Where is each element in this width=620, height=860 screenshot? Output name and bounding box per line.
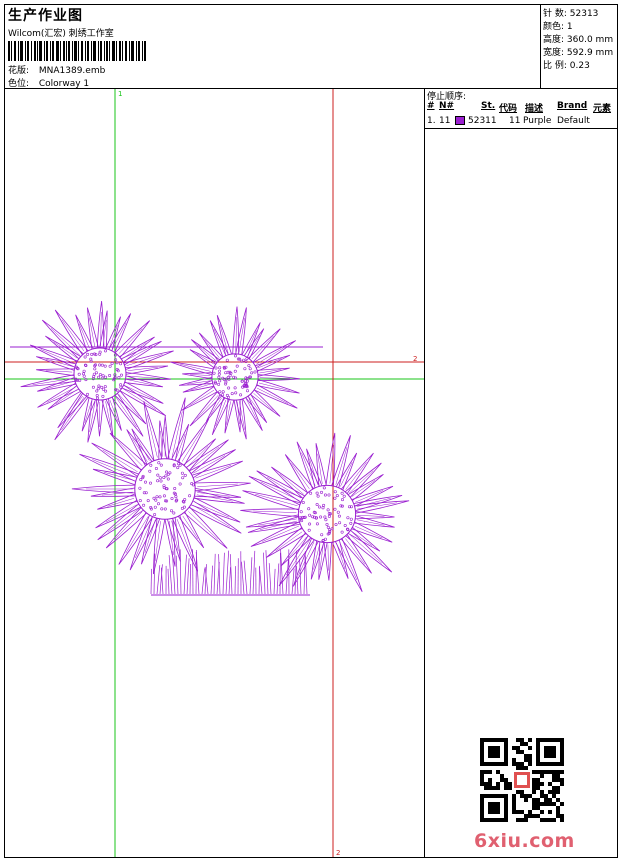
stat-value: 0.23: [569, 61, 590, 71]
design-stats: 针 数: 52313 颜色: 1 高度: 360.0 mm 宽度: 592.9 …: [540, 4, 618, 88]
col-header-code: 代码: [499, 104, 518, 114]
row-code: 11: [509, 116, 521, 126]
stop-table-divider: [425, 128, 618, 129]
stat-stitches: 针 数: 52313: [543, 6, 598, 19]
stat-label: 颜色:: [543, 22, 565, 32]
marker-right: 2: [413, 355, 417, 363]
row-description: Purple: [523, 116, 552, 126]
thread-color-swatch: [455, 116, 465, 125]
marker-top: 1: [118, 90, 122, 98]
stat-label: 高度:: [543, 35, 565, 45]
stat-label: 比 例:: [543, 61, 567, 71]
row-stitches: 52311: [468, 116, 497, 126]
stat-value: 592.9 mm: [566, 48, 614, 58]
watermark-logo: 6xiu.com: [474, 830, 575, 852]
row-brand: Default: [557, 116, 590, 126]
stat-colors: 颜色: 1: [543, 19, 573, 32]
col-header-index: #: [427, 101, 435, 111]
stat-scale: 比 例: 0.23: [543, 58, 590, 71]
stat-value: 1: [566, 22, 573, 32]
design-canvas: 1 2 2: [5, 89, 424, 857]
row-index: 1.: [427, 116, 436, 126]
barcode: [8, 41, 146, 61]
stat-height: 高度: 360.0 mm: [543, 32, 613, 45]
row-needle: 11: [439, 116, 451, 126]
stat-label: 宽度:: [543, 48, 565, 58]
stat-label: 针 数:: [543, 9, 567, 19]
col-header-needle: N#: [439, 101, 455, 111]
col-header-description: 描述: [525, 104, 544, 114]
panel-divider: [424, 88, 425, 858]
stat-value: 360.0 mm: [566, 35, 614, 45]
stat-value: 52313: [569, 9, 599, 19]
design-name-row: 花版: MNA1389.emb: [8, 63, 105, 76]
col-header-stitches: St.: [481, 101, 496, 111]
design-label: 花版:: [8, 66, 30, 76]
marker-bottom: 2: [336, 849, 340, 857]
header-info: 生产作业图 Wilcom(汇宏) 刺绣工作室 花版: MNA1389.emb 色…: [6, 4, 540, 89]
col-header-element: 元素: [593, 104, 612, 114]
company-name: Wilcom(汇宏) 刺绣工作室: [8, 29, 114, 39]
sunflower-embroidery: [10, 300, 410, 596]
col-header-brand: Brand: [557, 101, 588, 111]
qr-code: [480, 738, 564, 822]
page-title: 生产作业图: [8, 8, 83, 24]
design-value: MNA1389.emb: [38, 66, 106, 76]
stat-width: 宽度: 592.9 mm: [543, 45, 613, 58]
